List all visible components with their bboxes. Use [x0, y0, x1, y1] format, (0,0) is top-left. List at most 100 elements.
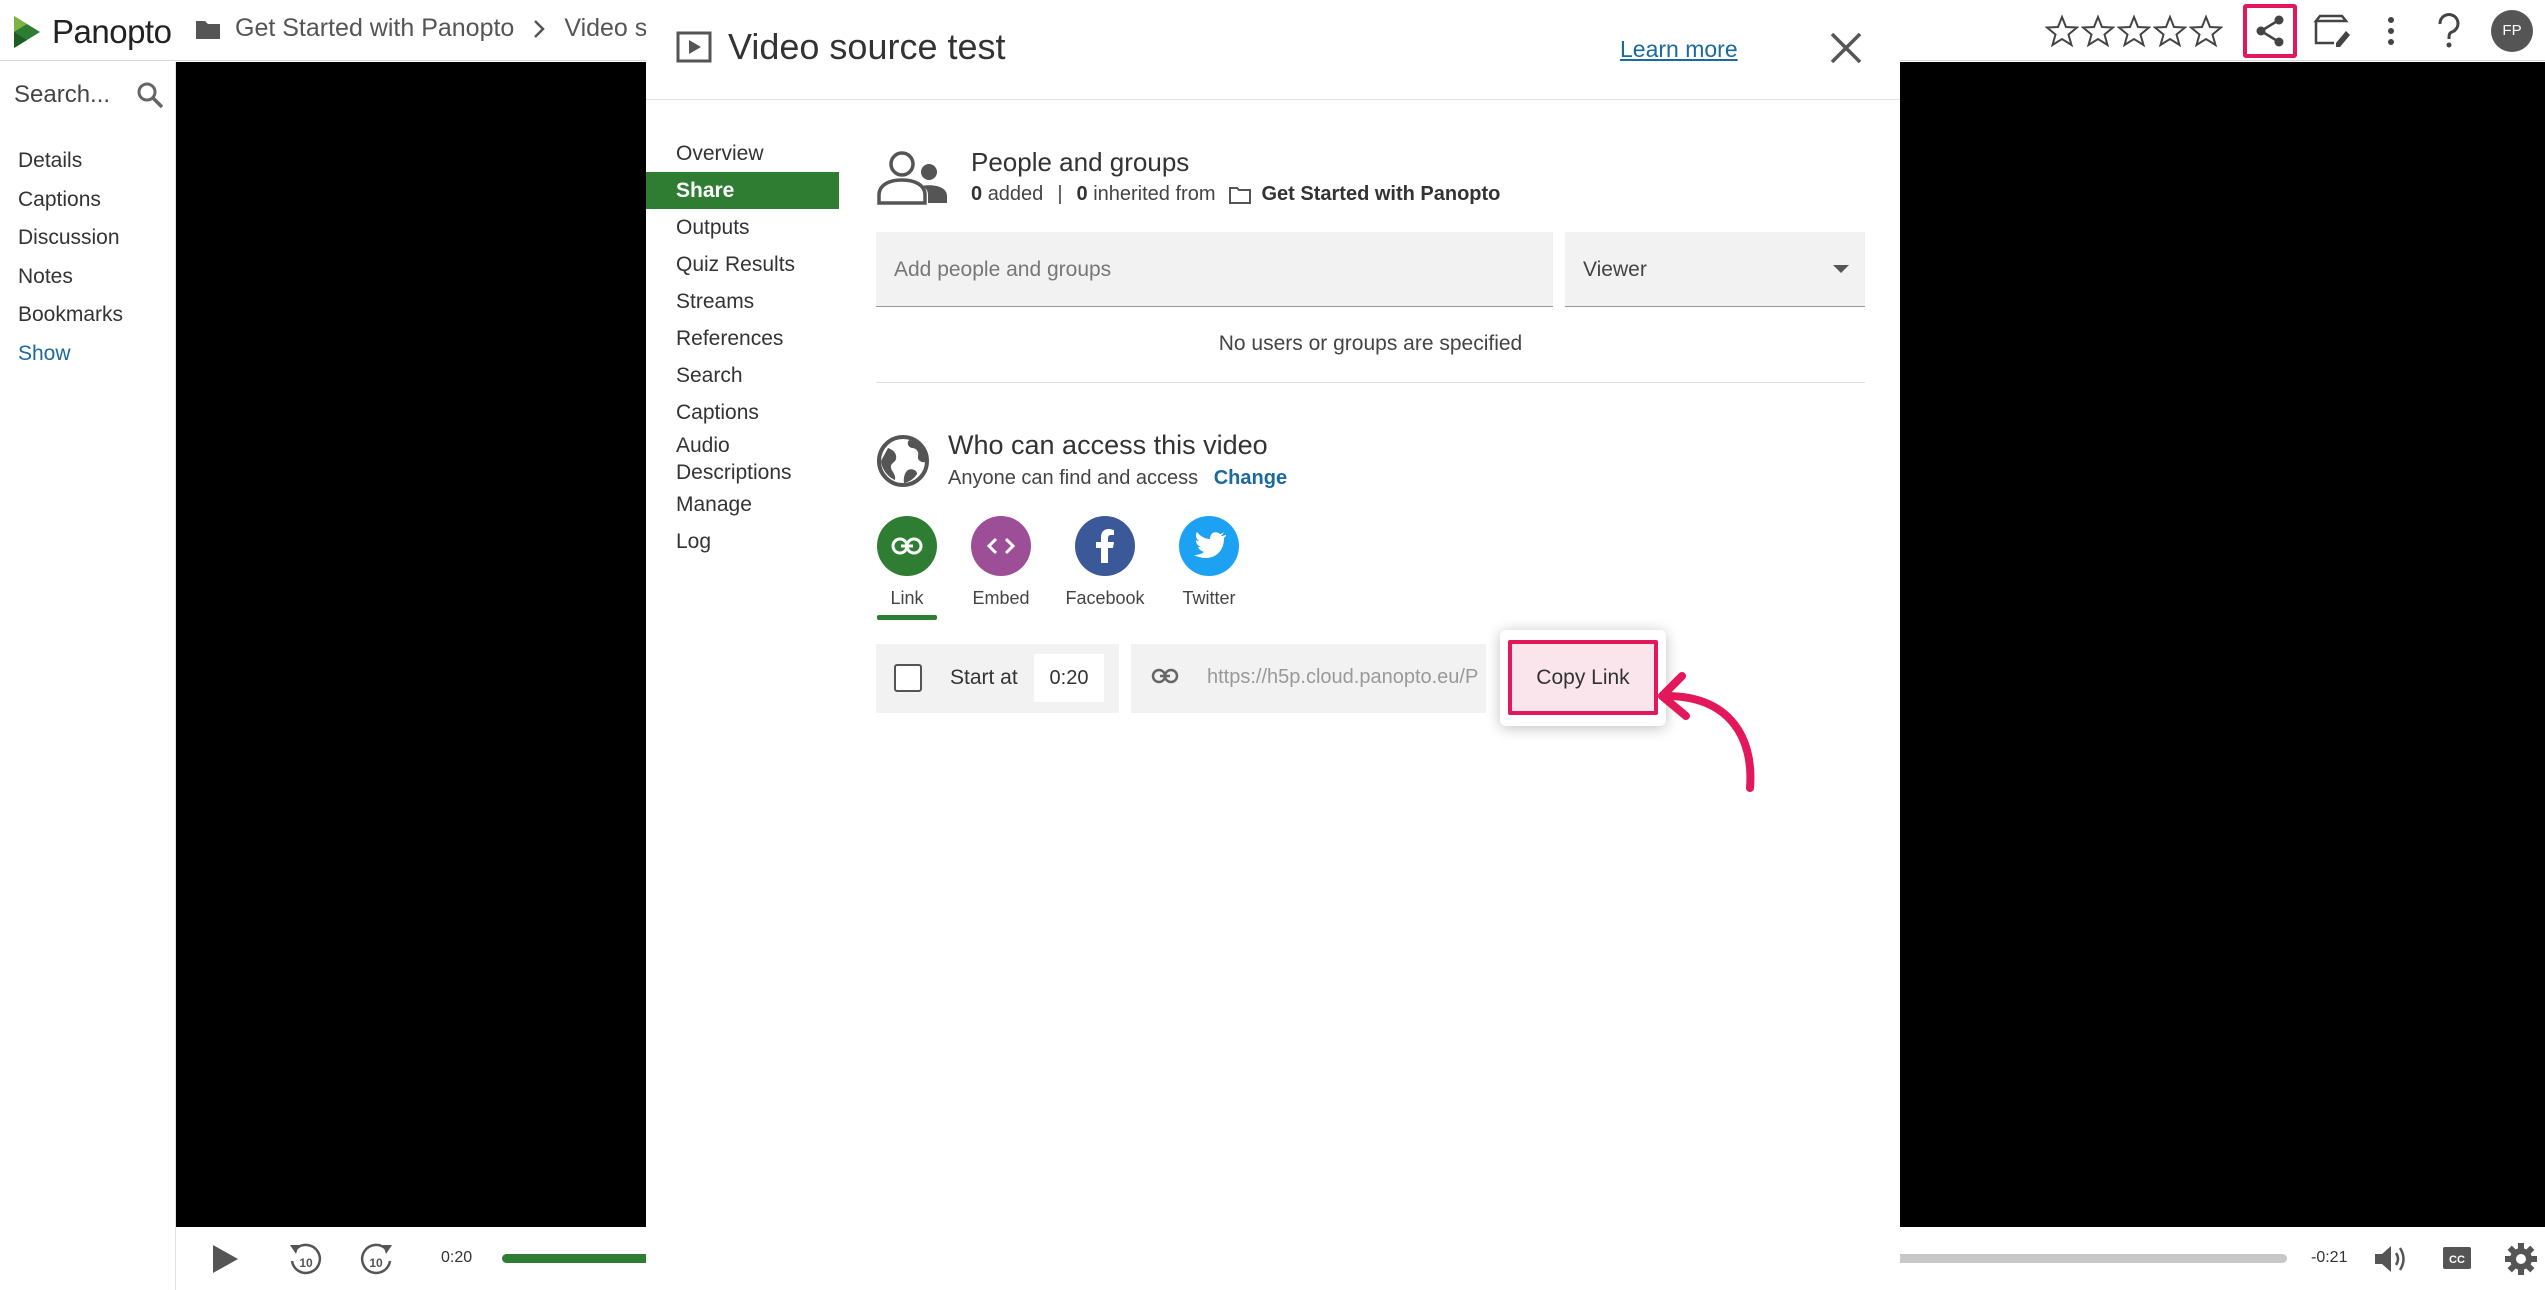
- access-title: Who can access this video: [948, 430, 1268, 460]
- avatar[interactable]: FP: [2491, 9, 2533, 52]
- start-at-time-input[interactable]: 0:20: [1034, 654, 1104, 702]
- copy-link-button[interactable]: Copy Link: [1508, 640, 1658, 715]
- no-users-message: No users or groups are specified: [1218, 332, 1523, 355]
- more-options-button[interactable]: [2369, 9, 2413, 53]
- help-icon: [2438, 12, 2460, 47]
- rating-stars: [2045, 13, 2225, 48]
- nav-item-streams[interactable]: Streams: [646, 283, 839, 320]
- access-description-row: Anyone can find and access Change: [948, 467, 1287, 490]
- twitter-bird-icon: [1194, 532, 1226, 558]
- inherited-folder: Get Started with Panopto: [1261, 183, 1501, 205]
- share-option-label: Embed: [972, 588, 1030, 608]
- sidebar-search-input[interactable]: Search...: [14, 81, 110, 109]
- link-circle: [877, 516, 937, 576]
- share-option-label: Facebook: [1065, 588, 1145, 608]
- dropdown-caret-icon: [1833, 265, 1849, 273]
- facebook-circle: [1075, 516, 1135, 576]
- more-icon: [2388, 16, 2394, 45]
- remaining-time: -0:21: [2311, 1249, 2348, 1266]
- folder-icon: [196, 20, 220, 39]
- role-select-value: Viewer: [1583, 258, 1647, 281]
- app-name: Panopto: [52, 13, 172, 50]
- added-count: 0: [971, 183, 983, 205]
- left-sidebar: Search... Details Captions Discussion No…: [0, 62, 176, 1290]
- volume-icon[interactable]: [2373, 1243, 2411, 1275]
- nav-item-search[interactable]: Search: [646, 357, 839, 394]
- share-option-label: Twitter: [1182, 588, 1236, 608]
- modal-nav: Overview Share Outputs Quiz Results Stre…: [646, 135, 839, 560]
- breadcrumb-folder[interactable]: Get Started with Panopto: [235, 14, 514, 43]
- nav-item-log[interactable]: Log: [646, 523, 839, 560]
- search-icon[interactable]: [136, 81, 164, 109]
- panopto-logo[interactable]: Panopto: [8, 13, 172, 51]
- link-icon: [1151, 668, 1179, 684]
- star-icon[interactable]: [2153, 13, 2187, 48]
- star-icon[interactable]: [2045, 13, 2079, 48]
- current-time: 0:20: [441, 1249, 473, 1266]
- share-modal: Video source test Learn more Overview Sh…: [646, 0, 1900, 1290]
- nav-item-references[interactable]: References: [646, 320, 839, 357]
- sidebar-show-link[interactable]: Show: [18, 335, 123, 374]
- added-label: added: [987, 183, 1044, 205]
- summary-separator: |: [1057, 183, 1063, 205]
- sidebar-item-discussion[interactable]: Discussion: [18, 219, 123, 258]
- chevron-right-icon: [534, 19, 546, 38]
- nav-item-overview[interactable]: Overview: [646, 135, 839, 172]
- start-at-checkbox[interactable]: [894, 664, 922, 692]
- rewind-10-icon[interactable]: 10: [286, 1241, 326, 1277]
- link-icon: [891, 537, 923, 555]
- nav-item-audio-descriptions[interactable]: Audio Descriptions: [646, 431, 839, 486]
- twitter-circle: [1179, 516, 1239, 576]
- sidebar-item-notes[interactable]: Notes: [18, 258, 123, 297]
- rewind-seconds: 10: [299, 1256, 313, 1270]
- people-groups-title: People and groups: [971, 147, 1190, 177]
- learn-more-link[interactable]: Learn more: [1620, 36, 1738, 63]
- start-at-label: Start at: [950, 666, 1018, 689]
- share-link-url[interactable]: https://h5p.cloud.panopto.eu/Panopto/Pag…: [1207, 666, 1479, 689]
- modal-title: Video source test: [728, 26, 1006, 67]
- nav-item-quiz-results[interactable]: Quiz Results: [646, 246, 839, 283]
- sidebar-item-captions[interactable]: Captions: [18, 181, 123, 220]
- video-icon: [676, 31, 712, 63]
- nav-item-manage[interactable]: Manage: [646, 486, 839, 523]
- people-groups-summary: 0 added | 0 inherited from Get Started w…: [971, 183, 1500, 206]
- add-people-input[interactable]: Add people and groups: [876, 232, 1553, 307]
- edit-button[interactable]: [2311, 9, 2355, 53]
- section-divider: [876, 382, 1865, 383]
- sidebar-item-bookmarks[interactable]: Bookmarks: [18, 296, 123, 335]
- captions-icon[interactable]: CC: [2442, 1245, 2472, 1271]
- start-at-control: Start at 0:20: [876, 644, 1119, 713]
- folder-outline-icon: [1229, 186, 1252, 204]
- access-description: Anyone can find and access: [948, 467, 1199, 489]
- star-icon[interactable]: [2117, 13, 2151, 48]
- annotation-arrow-icon: [1658, 672, 1759, 796]
- facebook-icon: [1096, 529, 1114, 563]
- sidebar-search[interactable]: Search...: [14, 76, 164, 114]
- share-link-field[interactable]: https://h5p.cloud.panopto.eu/Panopto/Pag…: [1131, 644, 1486, 713]
- forward-10-icon[interactable]: 10: [356, 1241, 396, 1277]
- share-option-facebook[interactable]: Facebook: [1060, 516, 1150, 609]
- embed-code-icon: [986, 537, 1016, 555]
- help-button[interactable]: [2427, 9, 2471, 53]
- edit-icon: [2313, 14, 2350, 47]
- share-option-twitter[interactable]: Twitter: [1164, 516, 1254, 609]
- sidebar-item-details[interactable]: Details: [18, 142, 123, 181]
- star-icon[interactable]: [2189, 13, 2223, 48]
- nav-item-outputs[interactable]: Outputs: [646, 209, 839, 246]
- selected-underline: [877, 615, 937, 620]
- settings-gear-icon[interactable]: [2503, 1241, 2539, 1277]
- svg-text:CC: CC: [2449, 1254, 2465, 1266]
- close-icon[interactable]: [1828, 30, 1864, 66]
- breadcrumb: Get Started with Panopto Video sou: [195, 14, 675, 43]
- modal-header: Video source test Learn more: [646, 0, 1900, 100]
- role-select[interactable]: Viewer: [1565, 232, 1865, 307]
- share-option-link[interactable]: Link: [862, 516, 952, 620]
- star-icon[interactable]: [2081, 13, 2115, 48]
- nav-item-share[interactable]: Share: [646, 172, 839, 209]
- panopto-logo-icon: [14, 16, 40, 48]
- nav-item-captions[interactable]: Captions: [646, 394, 839, 431]
- play-icon[interactable]: [210, 1244, 240, 1274]
- share-option-embed[interactable]: Embed: [956, 516, 1046, 609]
- change-access-link[interactable]: Change: [1214, 467, 1287, 489]
- inherited-count: 0: [1076, 183, 1088, 205]
